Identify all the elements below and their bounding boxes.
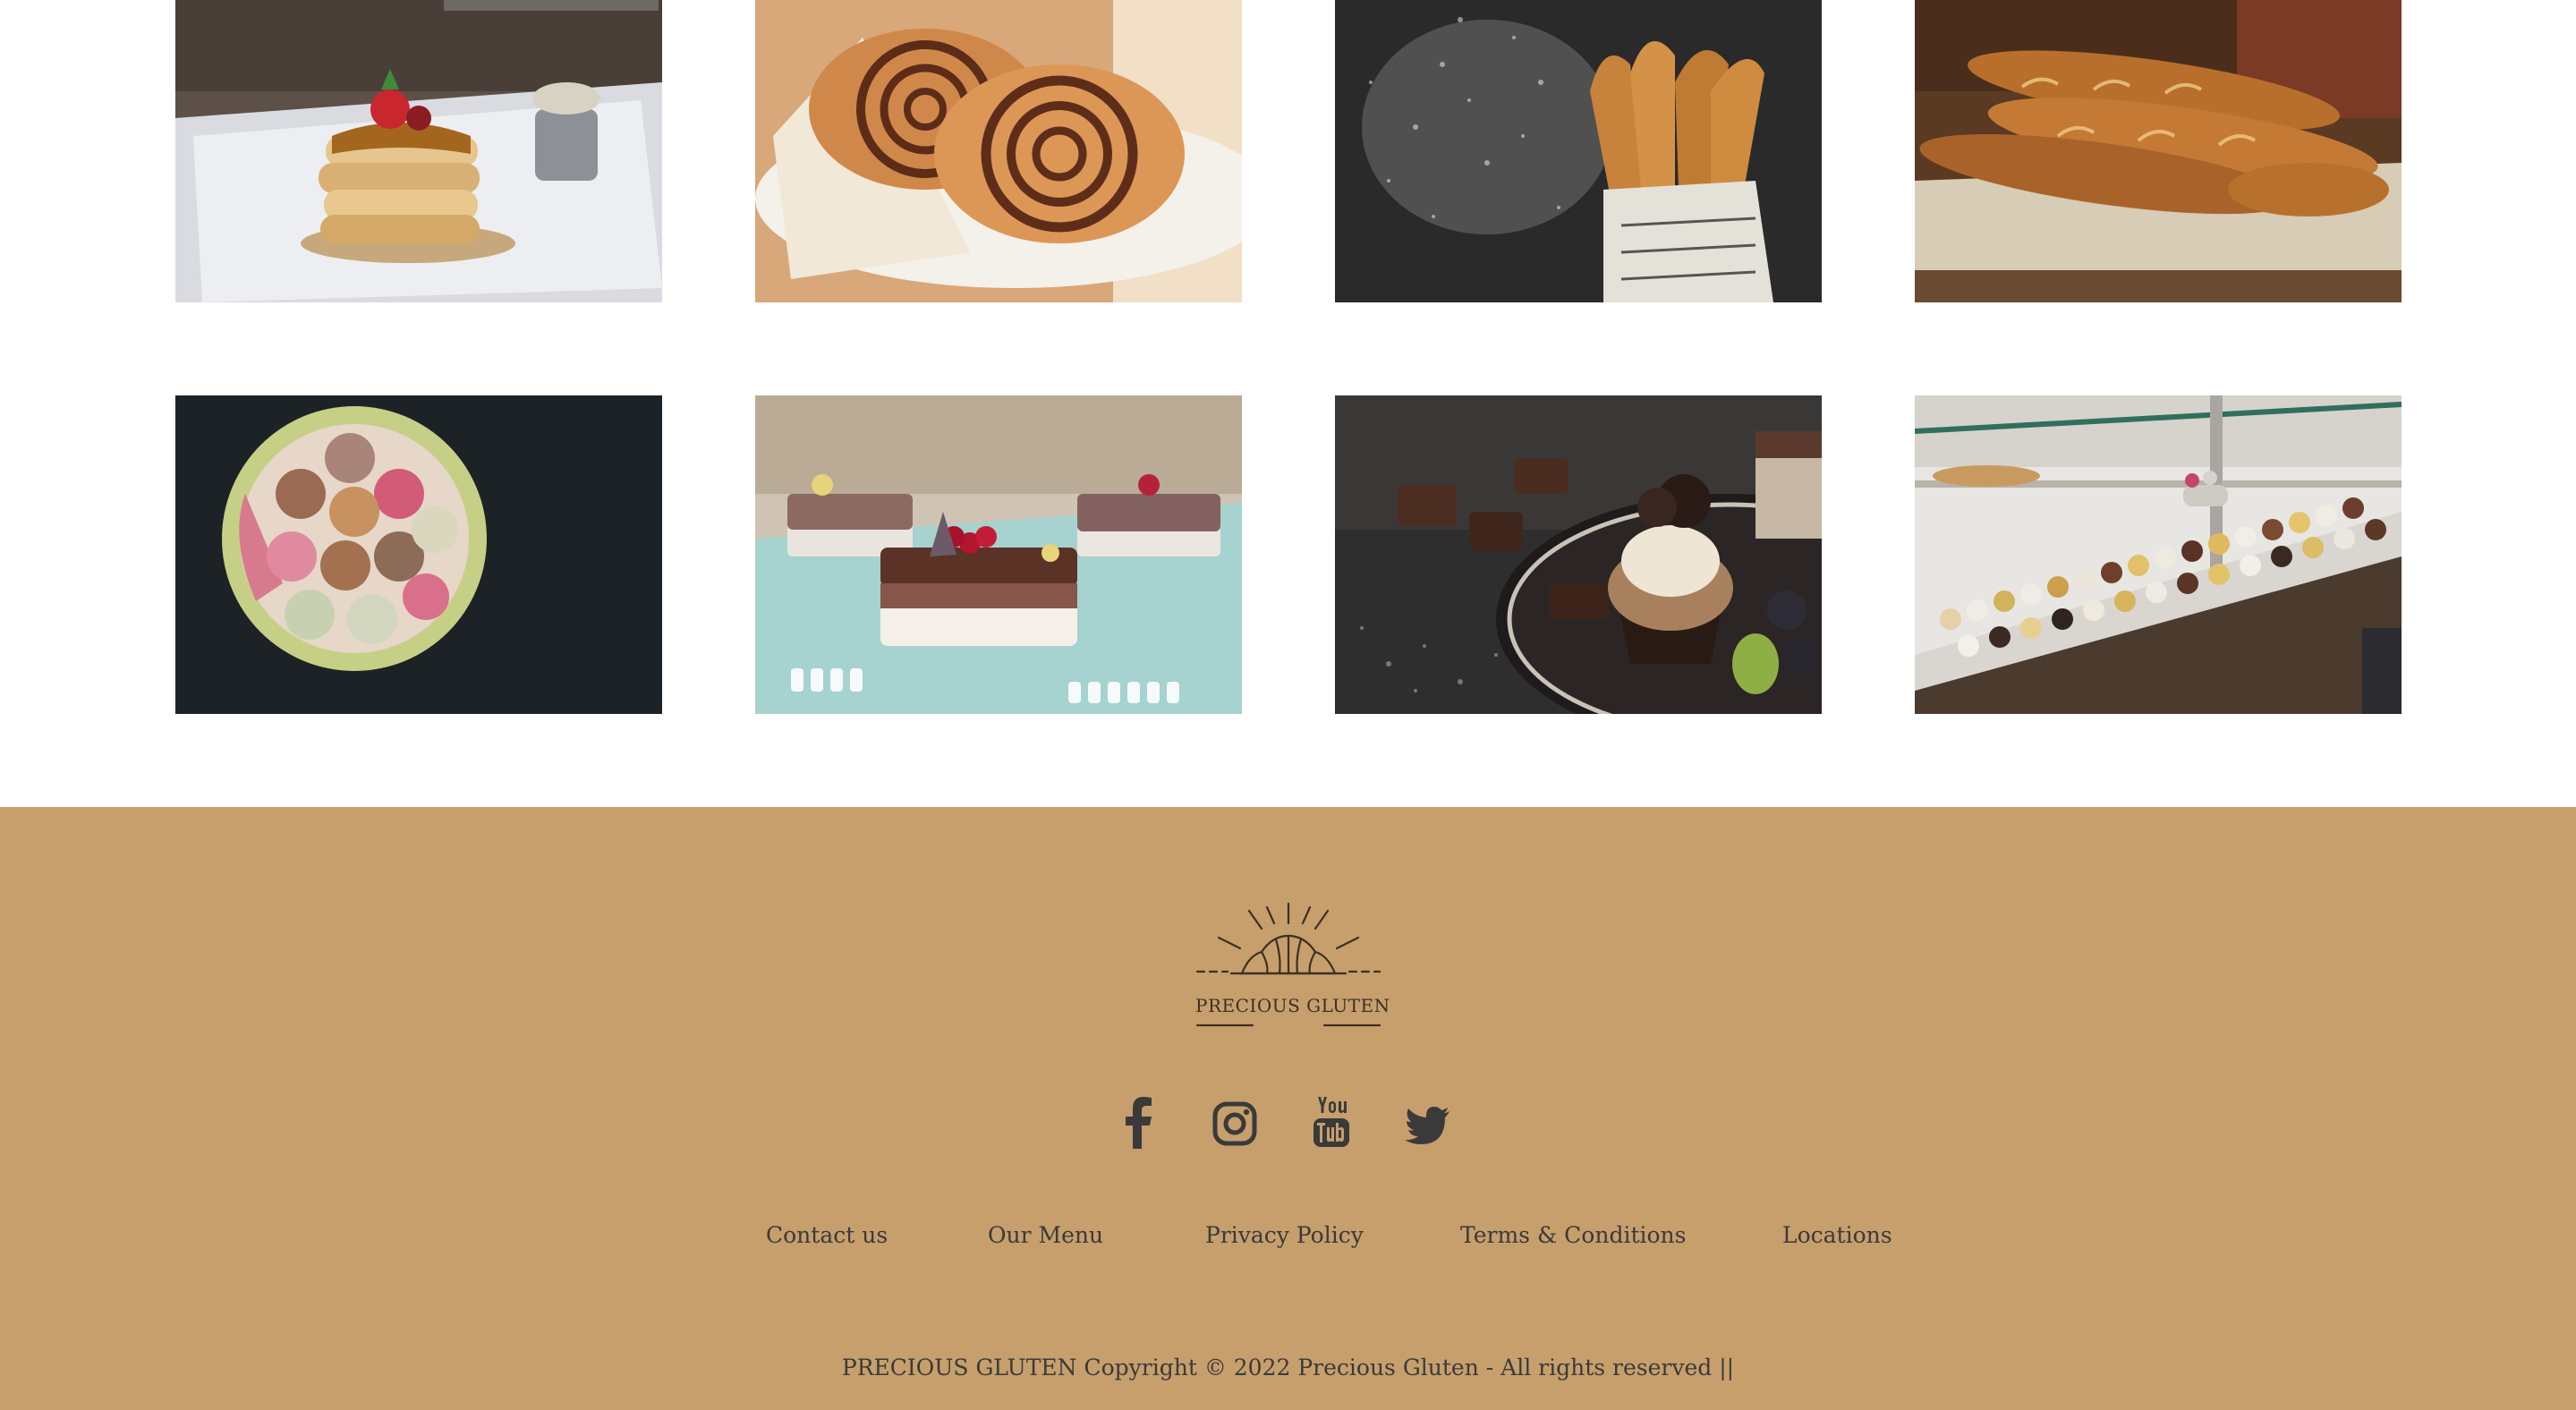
- gallery-image-churros[interactable]: [1335, 0, 1822, 302]
- gallery-image-cupcake[interactable]: [1335, 395, 1822, 714]
- social-links: [1109, 1091, 1467, 1156]
- footer-nav: Contact us Our Menu Privacy Policy Terms…: [0, 1222, 2576, 1258]
- gallery-image-chocolate-cakes[interactable]: [755, 395, 1242, 714]
- logo-text: PRECIOUS GLUTEN: [1195, 995, 1390, 1016]
- gallery-image-pancakes[interactable]: [175, 0, 662, 302]
- nav-link-contact-us[interactable]: Contact us: [766, 1222, 888, 1248]
- gallery-image-bakery-display[interactable]: [1915, 395, 2402, 714]
- site-footer: PRECIOUS GLUTEN Contact us Our Menu Priv…: [0, 807, 2576, 1410]
- image-gallery: [0, 0, 2576, 807]
- nav-link-our-menu[interactable]: Our Menu: [988, 1222, 1103, 1248]
- nav-link-terms-conditions[interactable]: Terms & Conditions: [1460, 1222, 1686, 1248]
- facebook-icon[interactable]: [1109, 1091, 1167, 1156]
- brand-logo[interactable]: PRECIOUS GLUTEN: [1195, 893, 1390, 1036]
- nav-link-privacy-policy[interactable]: Privacy Policy: [1205, 1222, 1364, 1248]
- gallery-image-cinnamon-rolls[interactable]: [755, 0, 1242, 302]
- nav-link-locations[interactable]: Locations: [1782, 1222, 1892, 1248]
- twitter-icon[interactable]: [1399, 1091, 1457, 1156]
- instagram-icon[interactable]: [1206, 1091, 1263, 1156]
- gallery-image-baguettes[interactable]: [1915, 0, 2402, 302]
- copyright-text: PRECIOUS GLUTEN Copyright © 2022 Preciou…: [841, 1355, 1735, 1380]
- youtube-icon[interactable]: [1303, 1091, 1360, 1156]
- gallery-image-macarons[interactable]: [175, 395, 662, 714]
